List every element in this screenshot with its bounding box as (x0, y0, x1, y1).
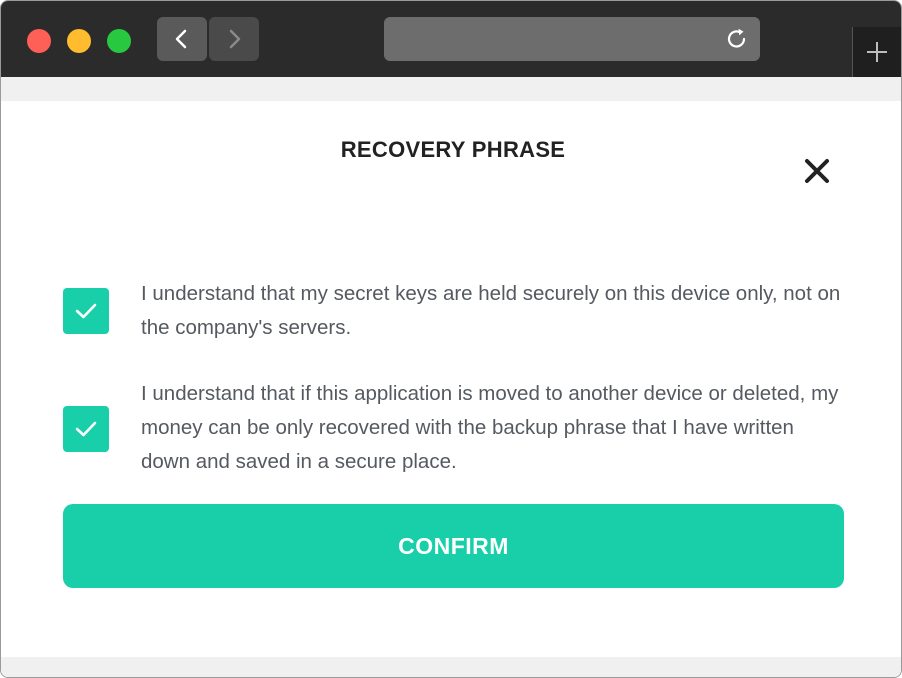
browser-titlebar (1, 1, 901, 77)
statement-keys-text: I understand that my secret keys are hel… (141, 282, 841, 339)
reload-icon (727, 28, 746, 48)
new-tab-button[interactable] (852, 27, 901, 77)
checkmark-icon (75, 421, 97, 437)
reload-button[interactable] (724, 26, 750, 57)
back-button[interactable] (157, 17, 207, 61)
close-button[interactable] (801, 155, 833, 187)
plus-icon (867, 42, 887, 62)
page-bottom-strip (1, 657, 901, 677)
window-minimize-light[interactable] (67, 29, 91, 53)
address-bar[interactable] (384, 17, 760, 61)
window-zoom-light[interactable] (107, 29, 131, 53)
page-top-strip (1, 77, 901, 101)
browser-window: RECOVERY PHRASE I understand that my sec… (0, 0, 902, 678)
checkmark-icon (75, 303, 97, 319)
statement-recovery-text: I understand that if this application is… (141, 382, 839, 473)
understand-keys-checkbox[interactable] (63, 288, 109, 334)
forward-button[interactable] (209, 17, 259, 61)
chevron-right-icon (229, 29, 241, 49)
understand-recovery-checkbox[interactable] (63, 406, 109, 452)
close-icon (805, 159, 829, 183)
chevron-left-icon (175, 29, 187, 49)
confirm-button[interactable]: CONFIRM (63, 504, 844, 588)
dialog-title: RECOVERY PHRASE (340, 137, 566, 162)
window-close-light[interactable] (27, 29, 51, 53)
